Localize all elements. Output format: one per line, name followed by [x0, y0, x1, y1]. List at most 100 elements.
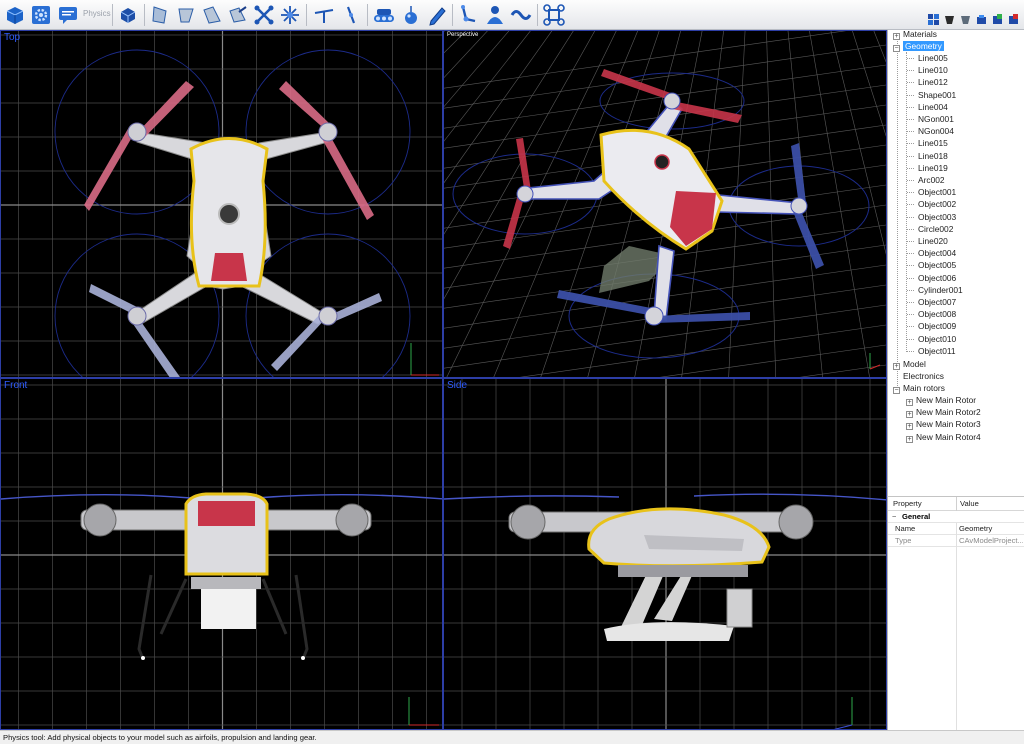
tree-connector — [907, 180, 914, 181]
scene-tree: + Materials − Geometry Line005 Line010 Line0… — [887, 30, 1024, 496]
expand-icon[interactable]: + — [893, 33, 900, 40]
tree-item-geometry[interactable]: Object002 — [907, 198, 957, 210]
tree-item-geometry[interactable]: Line010 — [907, 64, 948, 76]
collapse-icon[interactable]: − — [893, 387, 900, 394]
viewport-front[interactable]: Front — [0, 378, 443, 730]
tree-connector — [907, 94, 914, 96]
tree-node-geometry[interactable]: − Geometry — [893, 40, 944, 52]
wing-sweep-icon[interactable] — [200, 3, 224, 27]
tank-tracks-icon[interactable] — [372, 3, 396, 27]
tool-c-icon[interactable] — [960, 10, 971, 24]
tree-item-geometry[interactable]: Object005 — [907, 259, 956, 271]
gear-settings-icon[interactable] — [29, 3, 53, 27]
tree-item-label: Object011 — [918, 345, 956, 356]
tree-item-geometry[interactable]: Object007 — [907, 296, 957, 308]
rotor-blade-icon[interactable] — [312, 3, 336, 27]
propeller-icon[interactable] — [339, 3, 363, 27]
tree-item-rotor[interactable]: + New Main Rotor4 — [906, 431, 981, 443]
expand-icon[interactable]: + — [906, 423, 913, 431]
tree-item-rotor[interactable]: + New Main Rotor — [906, 394, 976, 406]
axis-gizmo — [410, 343, 439, 376]
tree-connector — [907, 253, 914, 255]
tree-connector — [907, 265, 914, 267]
expand-icon[interactable]: + — [906, 411, 913, 419]
tool-d-icon[interactable] — [976, 10, 987, 24]
tree-item-label: Object002 — [918, 199, 957, 210]
viewport-perspective[interactable]: Perspective — [443, 30, 887, 378]
box-icon[interactable] — [3, 3, 27, 27]
tree-item-geometry[interactable]: Line019 — [907, 162, 948, 174]
burst-icon[interactable] — [278, 3, 302, 27]
tree-item-label: Object008 — [918, 309, 957, 320]
expand-icon[interactable]: + — [906, 435, 913, 443]
tree-node-main-rotors[interactable]: − Main rotors — [893, 382, 945, 394]
joint-icon[interactable] — [457, 3, 481, 27]
tree-item-geometry[interactable]: Object010 — [907, 333, 957, 345]
tree-connector — [907, 131, 914, 133]
tool-a-icon[interactable] — [928, 10, 939, 25]
tree-item-geometry[interactable]: Line015 — [907, 137, 948, 149]
tree-item-geometry[interactable]: Object006 — [907, 272, 957, 284]
tree-item-rotor[interactable]: + New Main Rotor2 — [906, 406, 981, 419]
wing-pen-icon[interactable] — [226, 3, 250, 27]
toolbar-separator — [537, 4, 538, 26]
tree-item-geometry[interactable]: Line012 — [907, 76, 948, 88]
wing-taper-icon[interactable] — [174, 3, 198, 27]
viewport-side[interactable]: Side — [443, 378, 887, 730]
tree-item-geometry[interactable]: Object001 — [907, 186, 956, 198]
chat-icon[interactable] — [56, 3, 80, 27]
tree-node-electronics[interactable]: Electronics — [903, 370, 944, 382]
tree-item-rotor[interactable]: + New Main Rotor3 — [906, 418, 981, 431]
tree-item-geometry[interactable]: NGon004 — [907, 125, 954, 137]
wing-panel-icon[interactable] — [148, 3, 172, 27]
cube-physics-icon[interactable] — [116, 3, 140, 27]
wave-icon[interactable] — [509, 3, 533, 27]
tree-connector — [907, 326, 914, 328]
tree-item-label: Object010 — [918, 333, 957, 344]
tree-item-geometry[interactable]: Object009 — [907, 320, 956, 332]
tree-item-geometry[interactable]: Shape001 — [907, 89, 956, 101]
tree-item-label: Circle002 — [918, 223, 954, 234]
viewport-top[interactable]: Top — [0, 30, 443, 378]
tree-item-geometry[interactable]: Line018 — [907, 150, 948, 162]
tree-item-geometry[interactable]: Arc002 — [907, 174, 945, 186]
drop-weight-icon[interactable] — [399, 3, 423, 27]
toolbar-separator — [144, 4, 145, 26]
tree-item-geometry[interactable]: Line005 — [907, 52, 948, 64]
toolbar-separator — [112, 4, 113, 26]
property-column-header: Property — [893, 499, 922, 508]
tree-item-geometry[interactable]: Line020 — [907, 235, 948, 247]
tree-node-model[interactable]: + Model — [893, 358, 926, 370]
properties-section-general[interactable]: − General — [888, 511, 1024, 523]
expand-icon[interactable]: + — [893, 363, 900, 370]
tree-item-geometry[interactable]: Cylinder001 — [907, 284, 963, 296]
tool-f-icon[interactable] — [1008, 10, 1019, 24]
tree-item-label: Object006 — [918, 272, 957, 283]
tree-item-geometry[interactable]: NGon001 — [907, 113, 954, 125]
tool-b-icon[interactable] — [944, 10, 955, 24]
viewport-label-perspective: Perspective — [447, 32, 479, 38]
quadcopter-frame-icon[interactable] — [252, 3, 276, 27]
tree-item-label: Object004 — [918, 248, 957, 259]
pencil-icon[interactable] — [425, 3, 449, 27]
tree-node-materials[interactable]: + Materials — [893, 30, 937, 40]
app-window: Physics Top Perspective Front Side + Mat… — [0, 0, 1024, 744]
tree-item-geometry[interactable]: Line004 — [907, 101, 948, 113]
tree-item-geometry[interactable]: Object008 — [907, 308, 957, 320]
expand-icon[interactable]: + — [906, 399, 913, 406]
tree-item-geometry[interactable]: Object004 — [907, 247, 957, 259]
tool-e-icon[interactable] — [992, 10, 1003, 24]
tree-connector — [907, 338, 914, 340]
collapse-icon[interactable]: − — [893, 45, 900, 52]
multirotor-icon[interactable] — [542, 3, 566, 27]
person-icon[interactable] — [483, 3, 507, 27]
tree-item-label: Object007 — [918, 297, 957, 307]
tree-item-geometry[interactable]: Object003 — [907, 211, 956, 223]
tree-item-label: New Main Rotor3 — [916, 419, 981, 430]
section-collapse-icon[interactable]: − — [892, 511, 896, 523]
tree-item-geometry[interactable]: Circle002 — [907, 223, 954, 235]
physics-label: Physics — [83, 9, 111, 18]
tree-item-geometry[interactable]: Object011 — [907, 345, 956, 357]
tree-item-label: NGon001 — [918, 114, 954, 124]
tree-connector — [907, 302, 914, 303]
